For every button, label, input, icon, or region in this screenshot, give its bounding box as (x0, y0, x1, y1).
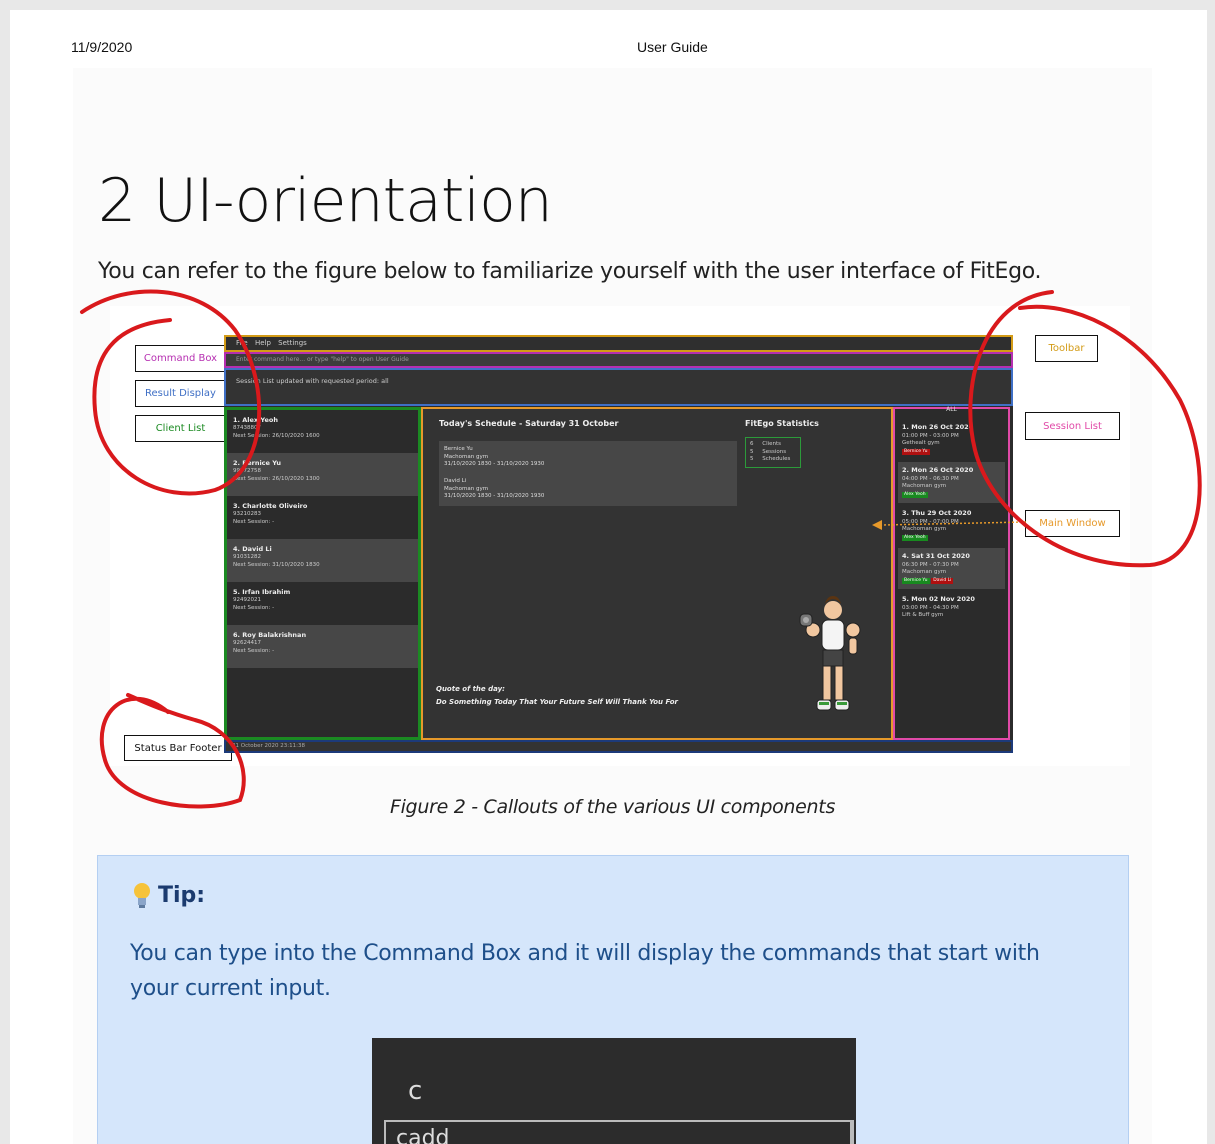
app-command-box: Enter command here... or type "help" to … (224, 352, 1013, 368)
callout-toolbar: Toolbar (1035, 335, 1098, 362)
callout-main-window: Main Window (1025, 510, 1120, 537)
app-client-list: 1. Alex Yeoh 87438807 Next Session: 26/10/… (224, 407, 421, 740)
client-card: 1. Alex Yeoh 87438807 Next Session: 26/10/… (233, 416, 320, 439)
stats-box: 6 Clients 5 Sessions 5 Schedules (745, 437, 801, 468)
client-card: 6. Roy Balakrishnan 92624417 Next Session:… (227, 625, 418, 668)
schedule-item: Bernice Yu Machoman gym 31/10/2020 1830 - … (439, 441, 737, 475)
session-card: 1. Mon 26 Oct 2020 01:00 PM - 03:00 PM Get… (902, 423, 974, 456)
main-window-arrow-icon (872, 520, 1027, 530)
tip-heading: Tip: (132, 881, 205, 909)
callout-session-list: Session List (1025, 412, 1120, 440)
screenshot-input: c (408, 1076, 423, 1106)
autocomplete-screenshot: c cadd (372, 1038, 856, 1144)
tip-body: You can type into the Command Box and it… (130, 941, 1040, 1001)
content-area: 2 UI-orientation You can refer to the fi… (73, 68, 1152, 1144)
schedule-item: David Li Machoman gym 31/10/2020 1830 - 31… (439, 473, 737, 507)
section-intro: You can refer to the figure below to fam… (98, 259, 1042, 284)
app-main-window: Today's Schedule - Saturday 31 October B… (421, 407, 893, 740)
client-card: 5. Irfan Ibrahim 92492021 Next Session: - (233, 588, 291, 611)
quote-of-the-day: Quote of the day: Do Something Today That… (436, 685, 678, 706)
bodybuilder-mascot-icon (799, 596, 861, 711)
client-card: 4. David Li 91031282 Next Session: 31/10/2… (227, 539, 418, 582)
session-card: 4. Sat 31 Oct 2020 06:30 PM - 07:30 PM Mac… (898, 548, 1005, 589)
document-page: 11/9/2020 User Guide 2 UI-orientation Yo… (10, 10, 1207, 1144)
callout-client-list: Client List (135, 415, 226, 442)
app-toolbar: File Help Settings (224, 335, 1013, 352)
figure-caption: Figure 2 - Callouts of the various UI co… (389, 796, 836, 818)
print-title: User Guide (637, 39, 708, 55)
client-card: 2. Bernice Yu 99272758 Next Session: 26/10… (227, 453, 418, 496)
ui-figure: Command Box Result Display Client List S… (110, 306, 1130, 766)
app-status-footer: 31 October 2020 23:11:38 (224, 740, 1013, 753)
app-result-display: Session List updated with requested peri… (224, 368, 1013, 406)
client-card: 3. Charlotte Oliveiro 93210283 Next Sessio… (233, 502, 308, 525)
app-session-list: ALL 1. Mon 26 Oct 2020 01:00 PM - 03:00 P… (893, 406, 1010, 740)
schedule-title: Today's Schedule - Saturday 31 October (439, 419, 619, 428)
lightbulb-icon (134, 883, 150, 908)
session-card: 2. Mon 26 Oct 2020 04:00 PM - 06:30 PM Mac… (898, 462, 1005, 503)
callout-command-box: Command Box (135, 345, 226, 372)
session-filter: ALL (946, 406, 957, 413)
app-screenshot: File Help Settings Enter command here...… (224, 335, 1013, 753)
screenshot-suggestion: cadd (384, 1120, 854, 1144)
section-heading: 2 UI-orientation (98, 166, 553, 236)
callout-result-display: Result Display (135, 380, 226, 407)
stats-title: FitEgo Statistics (745, 419, 819, 428)
tip-box: Tip: You can type into the Command Box a… (97, 855, 1129, 1144)
session-card: 5. Mon 02 Nov 2020 03:00 PM - 04:30 PM Lif… (902, 595, 975, 619)
callout-status-bar-footer: Status Bar Footer (124, 735, 232, 761)
print-date: 11/9/2020 (71, 39, 133, 55)
